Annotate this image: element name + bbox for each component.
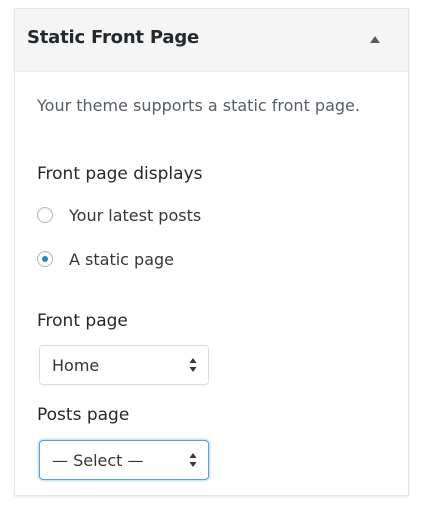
canvas: Static Front Page Your theme supports a …: [0, 0, 425, 512]
collapse-triangle-icon[interactable]: [370, 36, 380, 43]
front-page-select[interactable]: Home: [39, 345, 209, 385]
front-page-displays-label: Front page displays: [37, 164, 203, 184]
radio-label: Your latest posts: [69, 205, 202, 225]
posts-page-label: Posts page: [37, 405, 130, 425]
radio-button-checked-icon[interactable]: [37, 251, 53, 267]
radio-button-icon[interactable]: [37, 207, 53, 223]
radio-your-latest-posts[interactable]: Your latest posts: [37, 203, 201, 227]
up-down-arrows-icon: [189, 453, 197, 467]
panel-description: Your theme supports a static front page.: [37, 96, 360, 115]
posts-page-select[interactable]: — Select —: [39, 440, 209, 480]
front-page-select-value: Home: [52, 356, 100, 375]
panel-title: Static Front Page: [27, 27, 200, 48]
up-down-arrows-icon: [189, 358, 197, 372]
panel-header[interactable]: Static Front Page: [15, 9, 408, 72]
radio-label: A static page: [69, 249, 175, 269]
front-page-label: Front page: [37, 311, 128, 331]
static-front-page-panel: Static Front Page Your theme supports a …: [14, 8, 409, 496]
radio-a-static-page[interactable]: A static page: [37, 247, 174, 271]
posts-page-select-value: — Select —: [52, 451, 144, 470]
